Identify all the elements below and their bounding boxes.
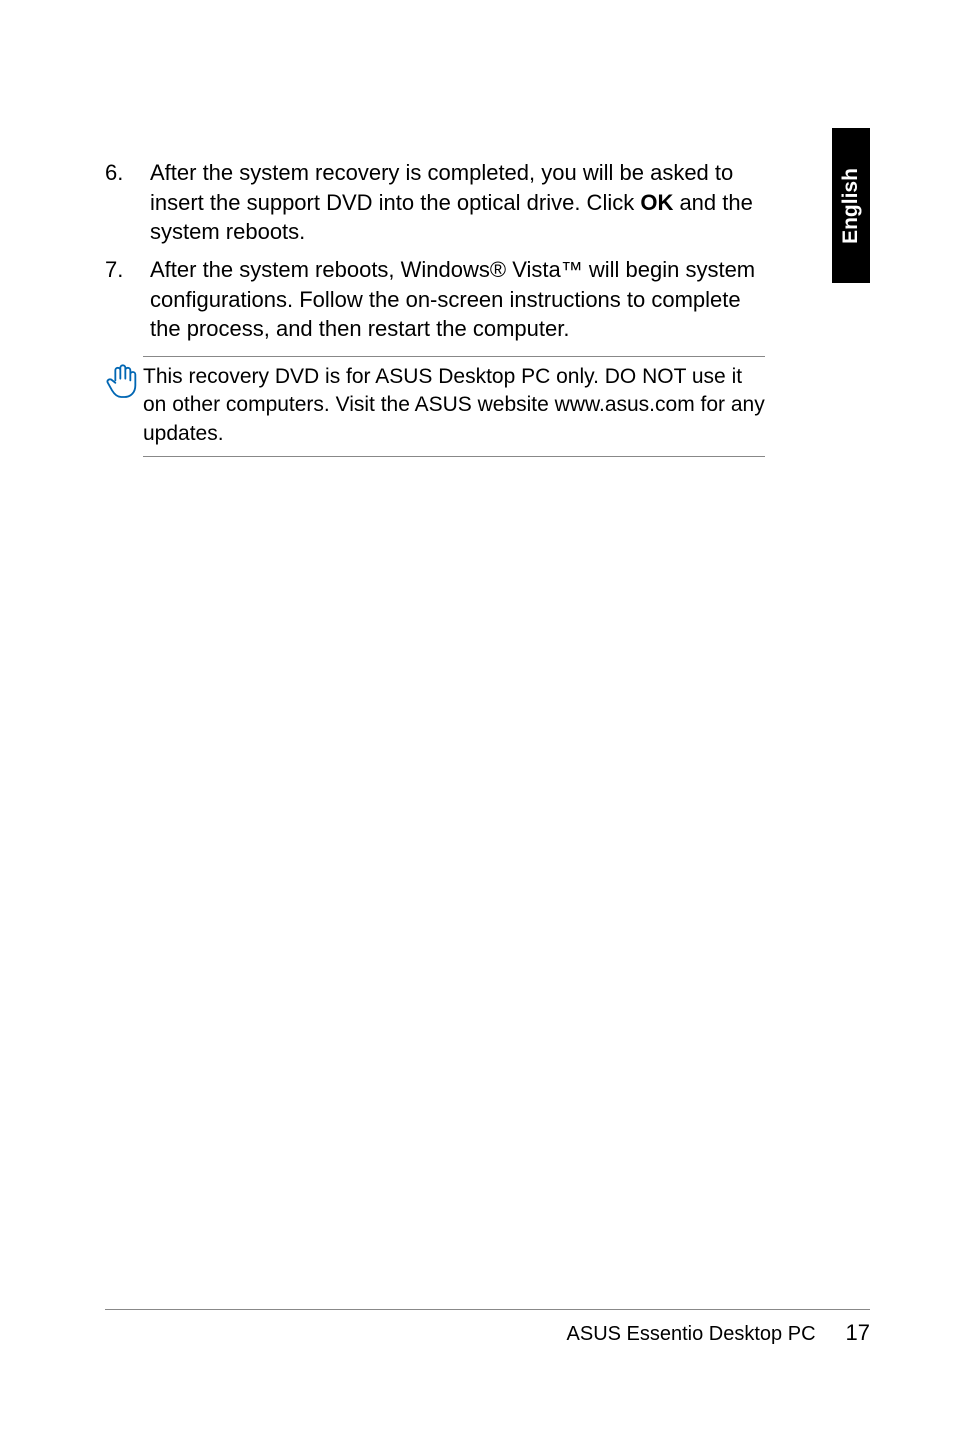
language-tab: English — [832, 128, 870, 283]
note-box: This recovery DVD is for ASUS Desktop PC… — [150, 356, 765, 457]
list-item: 7. After the system reboots, Windows® Vi… — [105, 255, 765, 344]
text-run: After the system reboots, Windows® Vista… — [150, 257, 755, 341]
language-tab-label: English — [839, 168, 863, 244]
footer-page-number: 17 — [846, 1320, 870, 1346]
list-text: After the system recovery is completed, … — [150, 158, 765, 247]
note-text: This recovery DVD is for ASUS Desktop PC… — [143, 356, 765, 457]
list-text: After the system reboots, Windows® Vista… — [150, 255, 765, 344]
hand-icon — [105, 362, 143, 407]
list-item: 6. After the system recovery is complete… — [105, 158, 765, 247]
footer: ASUS Essentio Desktop PC 17 — [105, 1309, 870, 1346]
page-content: 6. After the system recovery is complete… — [105, 158, 765, 457]
list-number: 6. — [105, 158, 150, 247]
footer-title: ASUS Essentio Desktop PC — [567, 1323, 816, 1346]
list-number: 7. — [105, 255, 150, 344]
text-run-bold: OK — [640, 190, 673, 215]
